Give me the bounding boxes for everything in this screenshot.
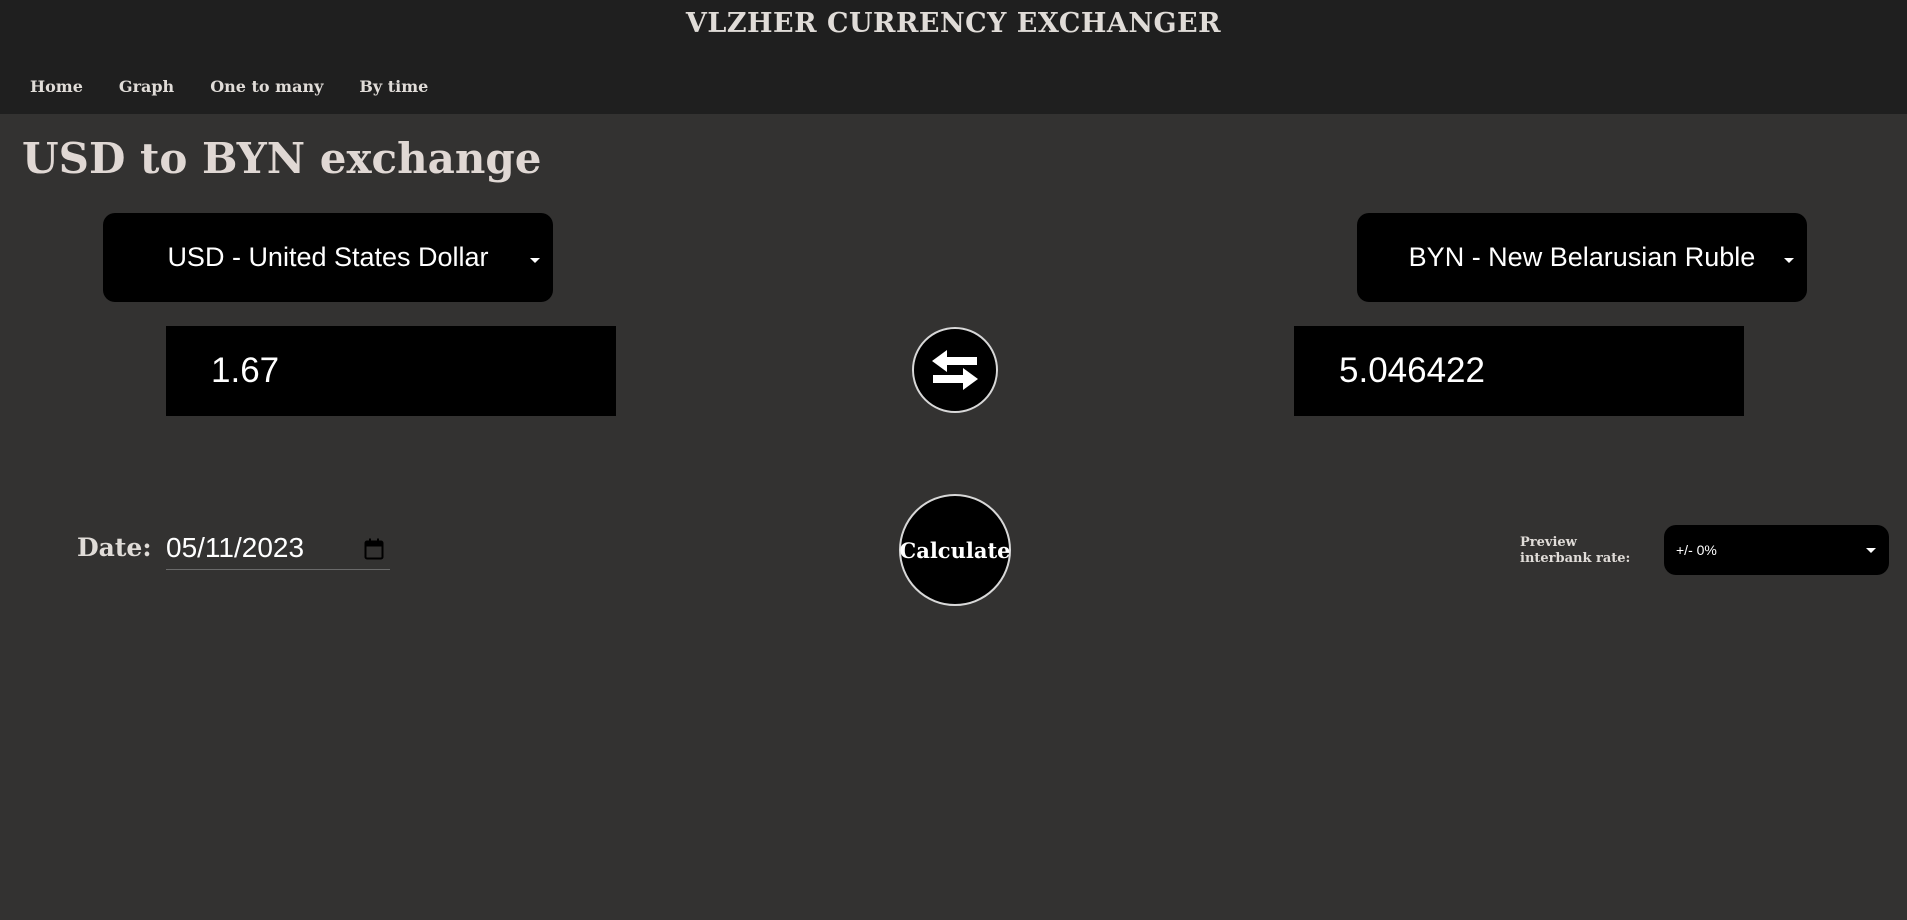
swap-arrows-icon (932, 350, 978, 390)
interbank-rate-select[interactable]: +/- 0% (1664, 525, 1889, 575)
date-label: Date: (77, 533, 152, 562)
to-amount-output[interactable]: 5.046422 (1294, 326, 1744, 416)
preview-rate-label: Preview interbank rate: (1520, 535, 1631, 566)
date-value: 05/11/2023 (166, 532, 305, 563)
chevron-down-icon (1866, 548, 1876, 553)
nav-item-one-to-many[interactable]: One to many (210, 77, 323, 96)
from-amount-value: 1.67 (211, 351, 280, 390)
to-currency-select[interactable]: BYN - New Belarusian Ruble (1357, 213, 1807, 302)
from-currency-select[interactable]: USD - United States Dollar (103, 213, 553, 302)
from-currency-value: USD - United States Dollar (167, 242, 489, 272)
date-input[interactable]: 05/11/2023 (166, 530, 390, 570)
nav-item-home[interactable]: Home (30, 77, 83, 96)
chevron-down-icon (1784, 258, 1794, 263)
main-nav: Home Graph One to many By time (30, 77, 464, 96)
header: VLZHER CURRENCY EXCHANGER Home Graph One… (0, 0, 1907, 114)
to-currency-value: BYN - New Belarusian Ruble (1408, 242, 1756, 272)
calculate-button[interactable]: Calculate (899, 494, 1011, 606)
calendar-icon[interactable] (364, 538, 384, 560)
from-amount-input[interactable]: 1.67 (166, 326, 616, 416)
to-amount-value: 5.046422 (1339, 351, 1485, 390)
nav-item-by-time[interactable]: By time (359, 77, 428, 96)
interbank-rate-value: +/- 0% (1676, 542, 1717, 558)
swap-currencies-button[interactable] (912, 327, 998, 413)
app-title: VLZHER CURRENCY EXCHANGER (685, 8, 1222, 39)
chevron-down-icon (530, 258, 540, 263)
page-title: USD to BYN exchange (22, 134, 542, 183)
nav-item-graph[interactable]: Graph (119, 77, 174, 96)
